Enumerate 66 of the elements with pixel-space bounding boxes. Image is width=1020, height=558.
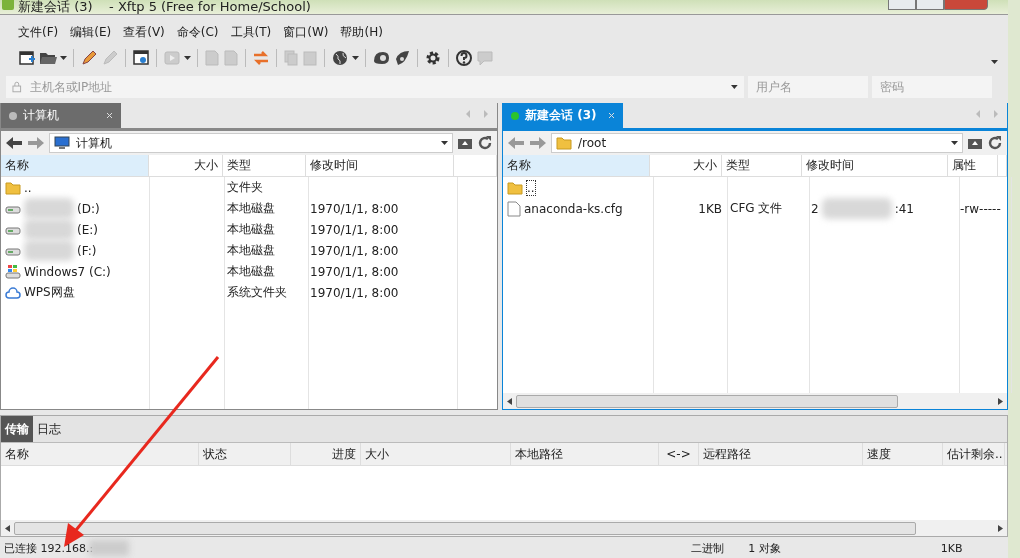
menu-item[interactable]: 编辑(E) [64, 23, 118, 41]
column-header[interactable]: 远程路径 [699, 443, 863, 465]
column-header[interactable]: 大小 [361, 443, 511, 465]
file-name[interactable]: WPS网盘 [24, 284, 75, 301]
table-cell: 1970/1/1, 8:00 [310, 285, 399, 300]
column-header[interactable]: 估计剩余... [943, 443, 1005, 465]
menu-item[interactable]: 窗口(W) [277, 23, 335, 41]
total-size: 1KB [940, 541, 963, 555]
column-header[interactable]: 修改时间 [306, 155, 454, 176]
file-name[interactable]: (D:) [77, 201, 100, 216]
table-cell: 本地磁盘 [227, 221, 275, 238]
file-name[interactable]: Windows7 (C:) [24, 264, 111, 279]
table-cell: 1970/1/1, 8:00 [310, 243, 399, 258]
window-title: 新建会话 (3) - Xftp 5 (Free for Home/School) [18, 0, 311, 14]
table-cell: 1KB [698, 201, 722, 216]
column-header[interactable]: 属性 [947, 155, 998, 176]
table-cell: 文件夹 [227, 179, 263, 196]
table-cell: -rw----- [960, 201, 1001, 216]
password-field[interactable]: 密码 [878, 79, 986, 95]
menu-item[interactable]: 文件(F) [12, 23, 65, 41]
object-count: 1 对象 [748, 540, 781, 556]
column-header[interactable]: 修改时间 [801, 155, 948, 176]
transfer-mode: 二进制 [691, 540, 725, 556]
file-name[interactable]: .. [24, 180, 32, 195]
column-header[interactable]: 类型 [722, 155, 802, 176]
menu-item[interactable]: 命令(C) [170, 23, 225, 41]
table-cell: 1970/1/1, 8:00 [310, 201, 399, 216]
table-cell: :41 [894, 201, 914, 216]
session-tab[interactable]: 新建会话 (3) [503, 103, 623, 128]
table-cell: 本地磁盘 [227, 263, 275, 280]
menu-item[interactable]: 工具(T) [224, 23, 278, 41]
column-header[interactable]: 进度 [291, 443, 361, 465]
table-cell: 1970/1/1, 8:00 [310, 264, 399, 279]
host-field[interactable]: 主机名或IP地址 [6, 76, 744, 98]
panel-tab[interactable]: 传输 [1, 416, 33, 442]
table-cell: 1970/1/1, 8:00 [310, 222, 399, 237]
file-name[interactable]: (F:) [77, 243, 97, 258]
column-header[interactable]: 名称 [1, 155, 149, 176]
column-header[interactable]: 名称 [1, 443, 199, 465]
panel-tab[interactable]: 日志 [33, 416, 65, 442]
table-cell: 2 [811, 201, 819, 216]
column-header[interactable]: 名称 [503, 155, 651, 176]
column-header[interactable]: 类型 [223, 155, 306, 176]
username-field[interactable]: 用户名 [754, 79, 862, 95]
menu-item[interactable]: 帮助(H) [334, 23, 389, 41]
column-header[interactable]: 大小 [149, 155, 223, 176]
file-name[interactable]: anaconda-ks.cfg [524, 201, 623, 216]
column-header[interactable]: <-> [659, 443, 699, 465]
host-field[interactable]: 主机名或IP地址 [27, 79, 726, 95]
table-cell: 本地磁盘 [227, 242, 275, 259]
file-name[interactable]: (E:) [77, 222, 98, 237]
table-cell: 系统文件夹 [227, 284, 287, 301]
path-field[interactable]: /root [551, 133, 963, 153]
path-field[interactable]: 计算机 [49, 133, 453, 153]
session-tab[interactable]: 计算机 [1, 103, 121, 128]
column-header[interactable]: 速度 [863, 443, 943, 465]
column-header[interactable]: 本地路径 [511, 443, 659, 465]
password-field[interactable]: 密码 [872, 76, 992, 98]
column-header[interactable]: 大小 [650, 155, 722, 176]
connection-status: 已连接 192.168.: [4, 540, 94, 556]
menu-item[interactable]: 查看(V) [117, 23, 171, 41]
file-name[interactable]: .. [526, 179, 536, 196]
column-header[interactable]: 状态 [199, 443, 291, 465]
table-cell: CFG 文件 [730, 200, 783, 217]
table-cell: 本地磁盘 [227, 200, 275, 217]
username-field[interactable]: 用户名 [748, 76, 868, 98]
